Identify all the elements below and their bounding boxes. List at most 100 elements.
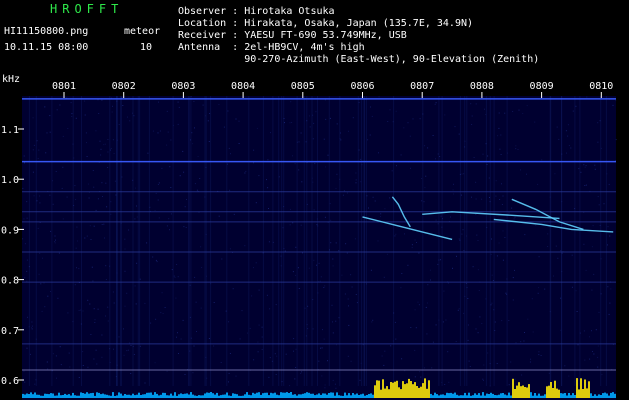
noise-dot [110, 213, 112, 215]
noise-dot [126, 350, 128, 352]
noise-dot [323, 287, 325, 288]
noise-dot [38, 273, 40, 275]
noise-dot [341, 274, 343, 276]
noise-dot [504, 237, 506, 238]
noise-dot [512, 299, 514, 301]
noise-dot [593, 273, 595, 275]
noise-dot [56, 377, 57, 379]
noise-dot [424, 187, 426, 189]
activity-bar [120, 393, 122, 398]
noise-dot [229, 353, 231, 354]
noise-dot [174, 276, 176, 278]
noise-dot [297, 267, 299, 269]
activity-bar [320, 394, 322, 398]
activity-bar [174, 392, 176, 398]
noise-dot [201, 267, 203, 268]
noise-dot [401, 358, 403, 360]
noise-dot [59, 346, 61, 348]
noise-dot [601, 374, 603, 376]
noise-dot [455, 341, 457, 342]
noise-dot [194, 127, 195, 129]
noise-dot [332, 332, 334, 334]
noise-dot [315, 111, 317, 113]
activity-bar [72, 392, 74, 398]
noise-dot [335, 344, 337, 346]
activity-bar [158, 395, 160, 398]
activity-bar [160, 394, 162, 398]
activity-bar [420, 386, 422, 398]
noise-dot [467, 324, 469, 326]
noise-dot [91, 266, 93, 268]
noise-dot [24, 381, 26, 383]
activity-bar [356, 393, 358, 398]
activity-bar [598, 394, 600, 398]
noise-dot [346, 252, 348, 254]
noise-dot [76, 226, 78, 228]
activity-bar [30, 392, 32, 398]
noise-dot [432, 341, 434, 343]
noise-dot [144, 302, 146, 304]
noise-dot [92, 280, 94, 282]
activity-bar [362, 393, 364, 398]
activity-bar [384, 388, 386, 398]
activity-bar [370, 393, 372, 398]
noise-dot [479, 316, 481, 318]
noise-dot [595, 329, 597, 331]
activity-bar [214, 394, 216, 398]
noise-dot [522, 113, 524, 114]
noise-dot [228, 321, 230, 323]
noise-dot [24, 243, 26, 245]
noise-dot [420, 376, 422, 378]
activity-bar [76, 395, 78, 398]
noise-dot [86, 235, 88, 237]
noise-dot [111, 111, 113, 113]
noise-dot [167, 131, 169, 133]
activity-bar [222, 394, 224, 398]
activity-bar [458, 395, 460, 398]
noise-dot [179, 175, 181, 177]
activity-bar [316, 394, 318, 398]
noise-dot [615, 139, 617, 141]
noise-dot [504, 112, 506, 114]
noise-dot [495, 195, 497, 197]
noise-dot [378, 96, 380, 98]
noise-dot [615, 100, 617, 102]
activity-bar [444, 395, 446, 398]
noise-dot [583, 243, 585, 245]
activity-bar [266, 392, 268, 398]
noise-dot [472, 266, 474, 268]
x-tick-label: 0805 [291, 81, 315, 92]
activity-bar [352, 393, 354, 398]
noise-dot [289, 385, 291, 387]
noise-dot [387, 121, 389, 122]
noise-dot [104, 237, 105, 239]
noise-dot [84, 237, 86, 239]
noise-dot [244, 172, 246, 174]
activity-bar [562, 393, 564, 398]
activity-bar [336, 392, 338, 398]
activity-bar [290, 392, 292, 398]
noise-dot [330, 242, 332, 244]
noise-dot [82, 351, 84, 353]
x-tick-label: 0802 [112, 81, 136, 92]
noise-dot [471, 115, 473, 117]
activity-bar [342, 395, 344, 398]
activity-bar [148, 392, 150, 398]
noise-dot [384, 350, 386, 352]
noise-dot [521, 374, 523, 376]
activity-bar [404, 384, 406, 398]
noise-dot [185, 227, 187, 228]
noise-dot [257, 341, 259, 343]
noise-dot [499, 199, 501, 200]
noise-dot [324, 285, 326, 287]
noise-dot [580, 171, 582, 173]
activity-bar [248, 394, 250, 398]
activity-bar [172, 395, 174, 398]
noise-dot [524, 332, 525, 333]
noise-dot [418, 252, 420, 254]
noise-dot [544, 288, 546, 290]
noise-dot [62, 135, 64, 137]
noise-dot [124, 238, 126, 240]
noise-dot [510, 361, 512, 363]
noise-dot [377, 240, 379, 242]
